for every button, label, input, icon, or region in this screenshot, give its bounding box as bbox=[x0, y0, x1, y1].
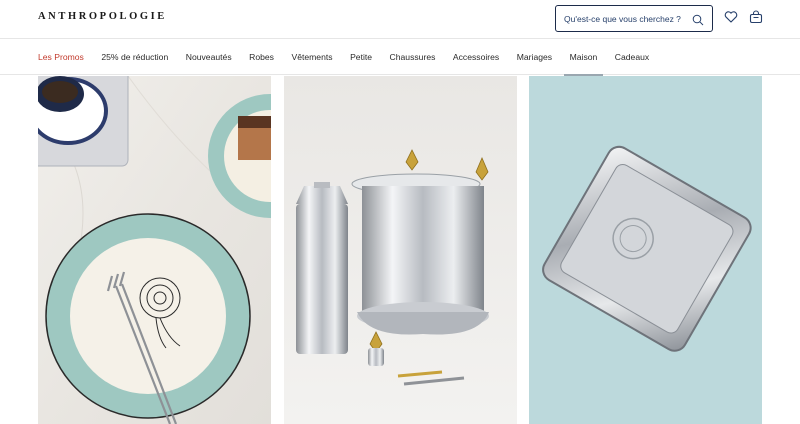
site-header: ANTHROPOLOGIE bbox=[0, 0, 800, 38]
brand-logo[interactable]: ANTHROPOLOGIE bbox=[38, 11, 167, 22]
main-nav: Les Promos 25% de réduction Nouveautés R… bbox=[0, 38, 800, 76]
search-box[interactable] bbox=[555, 5, 713, 32]
nav-item-shoes[interactable]: Chaussures bbox=[390, 39, 436, 75]
nav-item-petite[interactable]: Petite bbox=[350, 39, 372, 75]
product-image-tray[interactable] bbox=[529, 76, 762, 424]
product-card-barware[interactable] bbox=[284, 76, 517, 424]
nav-item-home[interactable]: Maison bbox=[563, 39, 603, 76]
nav-item-dresses[interactable]: Robes bbox=[249, 39, 274, 75]
nav-item-weddings[interactable]: Mariages bbox=[517, 39, 552, 75]
product-card-tray[interactable] bbox=[529, 76, 762, 424]
search-input[interactable] bbox=[564, 12, 688, 26]
heart-icon[interactable] bbox=[724, 10, 738, 24]
nav-item-promos[interactable]: Les Promos bbox=[38, 39, 84, 75]
bag-icon[interactable] bbox=[749, 10, 763, 24]
product-card-plates[interactable] bbox=[38, 76, 271, 424]
nav-item-discount[interactable]: 25% de réduction bbox=[101, 39, 168, 75]
nav-item-new[interactable]: Nouveautés bbox=[186, 39, 232, 75]
search-icon[interactable] bbox=[692, 13, 704, 26]
nav-item-gifts[interactable]: Cadeaux bbox=[615, 39, 649, 75]
product-image-plates[interactable] bbox=[38, 76, 271, 424]
product-grid bbox=[38, 76, 763, 424]
nav-item-clothing[interactable]: Vêtements bbox=[291, 39, 332, 75]
nav-item-accessories[interactable]: Accessoires bbox=[453, 39, 499, 75]
product-image-barware[interactable] bbox=[284, 76, 517, 424]
